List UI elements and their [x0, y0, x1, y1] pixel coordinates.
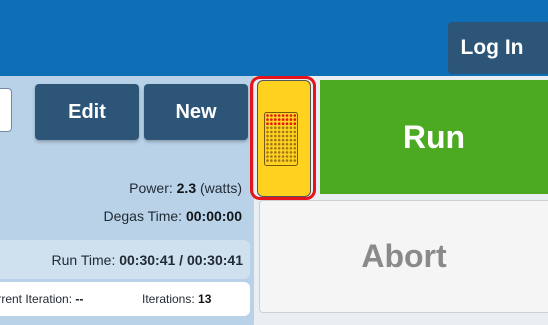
- login-button[interactable]: Log In: [448, 22, 548, 74]
- well-plate-icon: [264, 112, 298, 166]
- run-time-readout: Run Time: 00:30:41 / 00:30:41: [0, 252, 243, 268]
- degas-time-value: 00:00:00: [185, 208, 242, 224]
- current-iteration-readout: Current Iteration: --: [0, 292, 83, 306]
- method-select-input[interactable]: [0, 88, 12, 132]
- abort-button[interactable]: Abort: [259, 200, 548, 313]
- run-time-label: Run Time:: [51, 252, 116, 268]
- iterations-readout: Iterations: 13: [142, 292, 211, 306]
- degas-time-readout: Degas Time: 00:00:00: [103, 208, 242, 224]
- power-readout: Power: 2.3 (watts): [129, 180, 242, 196]
- power-value: 2.3: [176, 180, 197, 196]
- run-button[interactable]: Run: [320, 80, 548, 194]
- power-unit: (watts): [200, 180, 242, 196]
- current-iteration-label: Current Iteration:: [0, 292, 73, 306]
- degas-time-label: Degas Time:: [103, 208, 183, 224]
- current-iteration-value: --: [75, 292, 84, 306]
- power-label: Power:: [129, 180, 173, 196]
- iterations-value: 13: [198, 292, 212, 306]
- new-button[interactable]: New: [144, 84, 248, 140]
- iterations-label: Iterations:: [142, 292, 195, 306]
- edit-button[interactable]: Edit: [35, 84, 139, 140]
- run-time-value: 00:30:41 / 00:30:41: [119, 252, 243, 268]
